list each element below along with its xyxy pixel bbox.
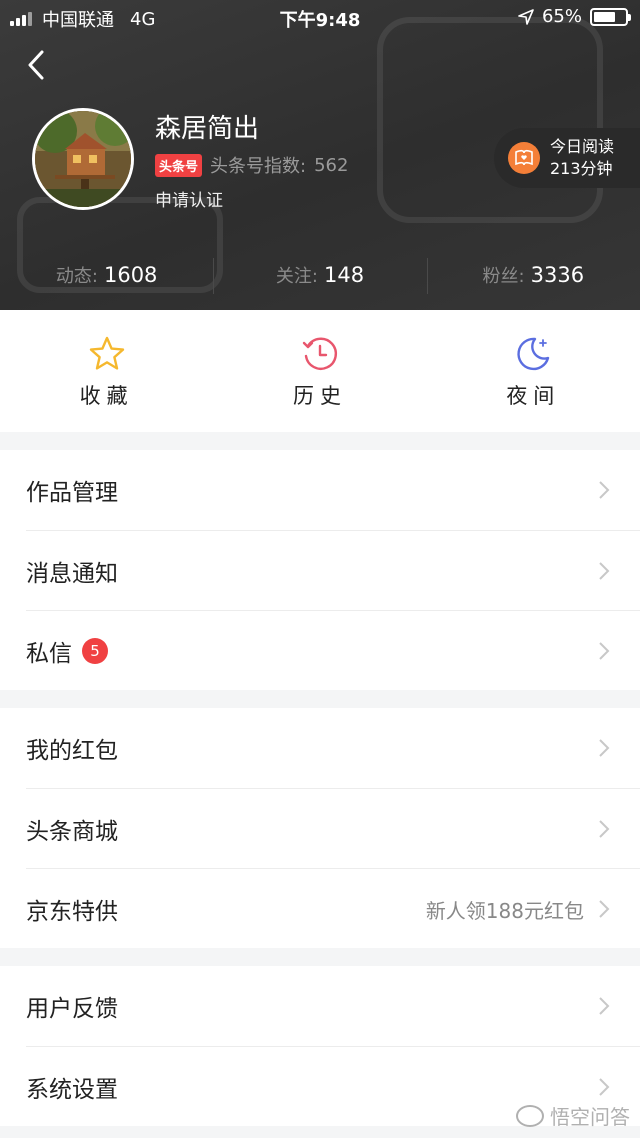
- status-bar: 中国联通 4G 下午9:48 65%: [0, 0, 640, 34]
- menu-item-label: 私信: [26, 640, 72, 667]
- menu-item-label: 京东特供: [26, 898, 118, 925]
- today-reading-pill[interactable]: 今日阅读 213分钟: [494, 128, 640, 188]
- chevron-right-icon: [599, 739, 610, 757]
- history-button[interactable]: 历史: [213, 310, 426, 432]
- chevron-right-icon: [599, 997, 610, 1015]
- favorites-button[interactable]: 收藏: [0, 310, 213, 432]
- avatar[interactable]: [32, 108, 134, 210]
- menu-item-label: 作品管理: [26, 480, 118, 506]
- favorites-label: 收藏: [79, 384, 134, 408]
- stat-value: 148: [323, 263, 365, 287]
- reading-minutes: 213分钟: [550, 159, 613, 178]
- menu-item-label: 头条商城: [26, 818, 118, 845]
- chevron-right-icon: [599, 900, 610, 918]
- menu-item-feedback[interactable]: 用户反馈: [26, 966, 640, 1046]
- back-icon[interactable]: [22, 48, 52, 82]
- menu-item-label: 用户反馈: [26, 996, 118, 1022]
- treehouse-avatar-image: [35, 111, 131, 207]
- chevron-right-icon: [599, 820, 610, 838]
- toutiao-badge: 头条号: [155, 153, 203, 177]
- user-name: 森居简出: [155, 114, 260, 144]
- stat-following[interactable]: 关注: 148: [213, 240, 426, 310]
- moon-icon: [517, 337, 550, 371]
- reading-label: 今日阅读: [550, 137, 615, 156]
- quick-actions: 收藏 历史 夜间: [0, 310, 640, 432]
- history-label: 历史: [292, 384, 347, 408]
- chevron-right-icon: [599, 1078, 610, 1096]
- index-value: 562: [314, 154, 349, 176]
- night-label: 夜间: [506, 384, 561, 408]
- chevron-right-icon: [599, 562, 610, 580]
- index-label: 头条号指数:: [210, 156, 307, 177]
- unread-count-badge: 5: [82, 637, 108, 664]
- menu-item-works[interactable]: 作品管理: [26, 450, 640, 530]
- stat-posts[interactable]: 动态: 1608: [0, 240, 213, 310]
- history-icon: [302, 337, 338, 370]
- stat-label: 粉丝:: [482, 266, 525, 287]
- night-mode-button[interactable]: 夜间: [427, 310, 640, 432]
- menu-item-label: 系统设置: [26, 1076, 118, 1103]
- menu-item-label: 消息通知: [26, 560, 118, 587]
- stats-bar: 动态: 1608 关注: 148 粉丝: 3336: [0, 240, 640, 310]
- watermark-text: 悟空问答: [550, 1105, 630, 1129]
- book-heart-icon: [508, 142, 540, 174]
- chevron-right-icon: [599, 642, 610, 660]
- watermark: 悟空问答: [516, 1101, 630, 1130]
- promo-text: 新人领188元红包: [425, 898, 584, 923]
- location-icon: [518, 8, 534, 25]
- menu-item-label: 我的红包: [26, 738, 118, 764]
- apply-verify-link[interactable]: 申请认证: [155, 186, 223, 211]
- menu-item-mall[interactable]: 头条商城: [26, 788, 640, 868]
- profile-header: 中国联通 4G 下午9:48 65% 森居简出 头条号 头条号指数: 562 申…: [0, 0, 640, 310]
- menu-item-jd-special[interactable]: 京东特供 新人领188元红包: [26, 868, 640, 948]
- stat-value: 3336: [530, 263, 585, 287]
- battery-percent: 65%: [541, 6, 582, 27]
- menu-item-red-packet[interactable]: 我的红包: [26, 708, 640, 788]
- menu-item-notifications[interactable]: 消息通知: [26, 530, 640, 610]
- stat-followers[interactable]: 粉丝: 3336: [426, 240, 640, 310]
- battery-icon: [590, 7, 631, 26]
- star-icon: [89, 336, 124, 370]
- stat-label: 关注:: [275, 266, 318, 287]
- menu-group-2: 我的红包 头条商城 京东特供 新人领188元红包: [0, 708, 640, 948]
- stat-label: 动态:: [55, 266, 98, 287]
- menu-group-1: 作品管理 消息通知 私信 5: [0, 450, 640, 690]
- chevron-right-icon: [599, 481, 610, 499]
- stat-value: 1608: [103, 263, 158, 287]
- menu-item-messages[interactable]: 私信 5: [26, 610, 640, 690]
- chat-bubble-icon: [516, 1104, 544, 1127]
